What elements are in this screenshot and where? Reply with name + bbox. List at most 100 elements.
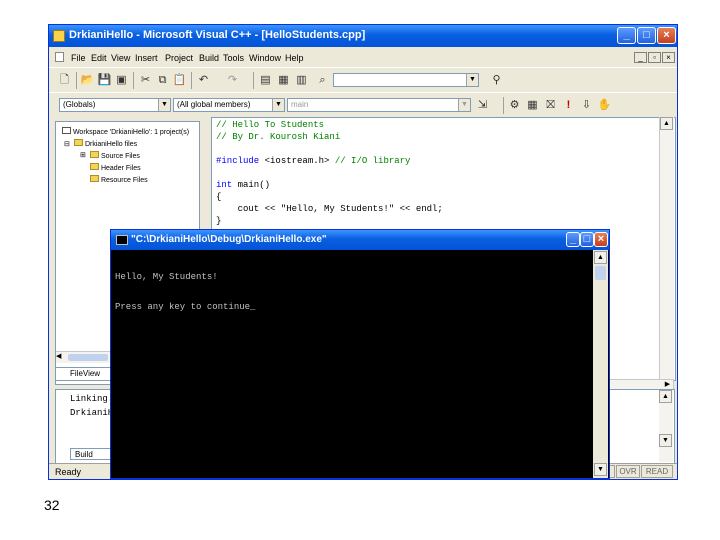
tree-collapse-toggle[interactable]: ⊟	[64, 140, 70, 148]
code-line[interactable]	[216, 168, 443, 180]
new-file-icon[interactable]: 🗋	[57, 73, 72, 87]
execute-icon[interactable]: !	[561, 98, 576, 112]
console-icon[interactable]	[116, 235, 128, 245]
build-icon[interactable]: ▦	[525, 98, 540, 112]
find-icon[interactable]: ⚲	[489, 73, 504, 87]
code-area[interactable]: // Hello To Students// By Dr. Kourosh Ki…	[216, 120, 443, 228]
tree-item-resource-files[interactable]: Resource Files	[90, 175, 148, 184]
console-title-bar[interactable]: "C:\DrkianiHello\Debug\DrkianiHello.exe"…	[111, 230, 609, 250]
class-combo[interactable]: (Globals) ▼	[59, 98, 171, 112]
maximize-button[interactable]: □	[637, 27, 656, 44]
workspace-icon	[62, 127, 71, 134]
document-icon[interactable]	[55, 52, 64, 62]
status-pane-read: READ	[641, 465, 673, 478]
scroll-thumb[interactable]	[595, 266, 606, 280]
console-close-button[interactable]: ×	[594, 232, 608, 247]
menu-window[interactable]: Window	[249, 53, 281, 63]
tab-fileview[interactable]: FileView	[55, 367, 115, 381]
wizard-action-icon[interactable]: ⇲	[475, 98, 490, 112]
toolbar-separator	[76, 72, 77, 89]
menu-tools[interactable]: Tools	[223, 53, 244, 63]
save-icon[interactable]: 💾	[97, 73, 112, 87]
ide-title: DrkianiHello - Microsoft Visual C++ - [H…	[69, 29, 366, 41]
workspace-root[interactable]: Workspace 'DrkianiHello': 1 project(s)	[62, 127, 189, 136]
save-all-icon[interactable]: ▣	[114, 73, 129, 87]
copy-icon[interactable]: ⧉	[155, 73, 170, 87]
wizardbar-toolbar: (Globals) ▼ (All global members) ▼ main ▼ ⇲…	[49, 92, 677, 118]
compile-icon[interactable]: ⚙	[507, 98, 522, 112]
find-in-files-icon[interactable]: ⌕	[315, 73, 330, 87]
toolbar-separator	[133, 72, 134, 89]
console-vscrollbar[interactable]: ▲ ▼	[593, 250, 608, 478]
tree-expand-toggle[interactable]: ⊞	[80, 151, 86, 159]
scroll-up-icon[interactable]: ▲	[660, 117, 673, 130]
workspace-root-label: Workspace 'DrkianiHello': 1 project(s)	[72, 129, 190, 136]
breakpoint-icon[interactable]: ✋	[597, 98, 612, 112]
code-line[interactable]: #include <iostream.h> // I/O library	[216, 156, 443, 168]
code-line[interactable]: // Hello To Students	[216, 120, 443, 132]
code-line[interactable]: cout << "Hello, My Students!" << endl;	[216, 204, 443, 216]
scroll-up-icon[interactable]: ▲	[594, 251, 607, 264]
menu-edit[interactable]: Edit	[91, 53, 107, 63]
ide-title-bar[interactable]: DrkianiHello - Microsoft Visual C++ - [H…	[49, 25, 677, 47]
editor-vscrollbar[interactable]: ▲	[659, 117, 674, 379]
code-line[interactable]: }	[216, 216, 443, 228]
app-icon[interactable]	[53, 30, 65, 42]
code-line[interactable]: int main()	[216, 180, 443, 192]
redo-icon[interactable]: ↷	[225, 73, 240, 87]
members-combo[interactable]: (All global members) ▼	[173, 98, 285, 112]
undo-icon[interactable]: ↶	[196, 73, 211, 87]
project-node[interactable]: DrkianiHello files	[74, 139, 137, 148]
chevron-down-icon[interactable]: ▼	[158, 99, 170, 111]
tree-item-header-files[interactable]: Header Files	[90, 163, 141, 172]
output-vscrollbar[interactable]: ▲ ▼	[659, 390, 673, 462]
chevron-down-icon[interactable]: ▼	[272, 99, 284, 111]
stop-build-icon[interactable]: ⛝	[543, 98, 558, 112]
chevron-down-icon[interactable]: ▼	[466, 74, 478, 86]
output-icon[interactable]: ▦	[276, 73, 291, 87]
function-combo[interactable]: main ▼	[287, 98, 471, 112]
go-icon[interactable]: ⇩	[579, 98, 594, 112]
open-folder-icon[interactable]: 📂	[80, 73, 95, 87]
cut-icon[interactable]: ✂	[138, 73, 153, 87]
code-line[interactable]	[216, 144, 443, 156]
menu-project[interactable]: Project	[165, 53, 193, 63]
workspace-icon[interactable]: ▤	[258, 73, 273, 87]
close-button[interactable]: ×	[657, 27, 676, 44]
code-line[interactable]: // By Dr. Kourosh Kiani	[216, 132, 443, 144]
scroll-thumb[interactable]	[68, 354, 108, 361]
menu-file[interactable]: File	[71, 53, 86, 63]
code-line[interactable]: {	[216, 192, 443, 204]
code-token: int	[216, 180, 233, 190]
menu-build[interactable]: Build	[199, 53, 219, 63]
folder-icon	[90, 163, 99, 170]
mdi-minimize-button[interactable]: _	[634, 52, 647, 63]
scroll-right-icon[interactable]: ▶	[662, 380, 673, 389]
console-minimize-button[interactable]: _	[566, 232, 580, 247]
members-combo-value: (All global members)	[177, 100, 251, 109]
menu-insert[interactable]: Insert	[135, 53, 158, 63]
scroll-left-icon[interactable]: ◀	[56, 352, 65, 363]
scroll-down-icon[interactable]: ▼	[594, 463, 607, 476]
minimize-button[interactable]: _	[617, 27, 636, 44]
menu-view[interactable]: View	[111, 53, 130, 63]
project-folder-icon	[74, 139, 83, 146]
find-combo[interactable]: ▼	[333, 73, 479, 87]
standard-toolbar: 🗋 📂 💾 ▣ ✂ ⧉ 📋 ↶ ↷ ▤ ▦ ▥ ⌕ ▼ ⚲	[49, 67, 677, 93]
code-token: #include	[216, 156, 260, 166]
window-list-icon[interactable]: ▥	[294, 73, 309, 87]
status-pane-ovr: OVR	[616, 465, 640, 478]
scroll-down-icon[interactable]: ▼	[659, 434, 672, 447]
menu-help[interactable]: Help	[285, 53, 304, 63]
chevron-down-icon[interactable]: ▼	[458, 99, 470, 111]
console-maximize-button[interactable]: □	[580, 232, 594, 247]
mdi-close-button[interactable]: ×	[662, 52, 675, 63]
scroll-up-icon[interactable]: ▲	[659, 390, 672, 403]
tree-item-source-files[interactable]: Source Files	[90, 151, 140, 160]
mdi-restore-button[interactable]: ▫	[648, 52, 661, 63]
function-combo-value: main	[291, 100, 309, 109]
console-window[interactable]: "C:\DrkianiHello\Debug\DrkianiHello.exe"…	[110, 229, 610, 479]
paste-icon[interactable]: 📋	[172, 73, 187, 87]
console-output[interactable]: Hello, My Students! Press any key to con…	[115, 252, 255, 332]
class-combo-value: (Globals)	[63, 100, 96, 109]
